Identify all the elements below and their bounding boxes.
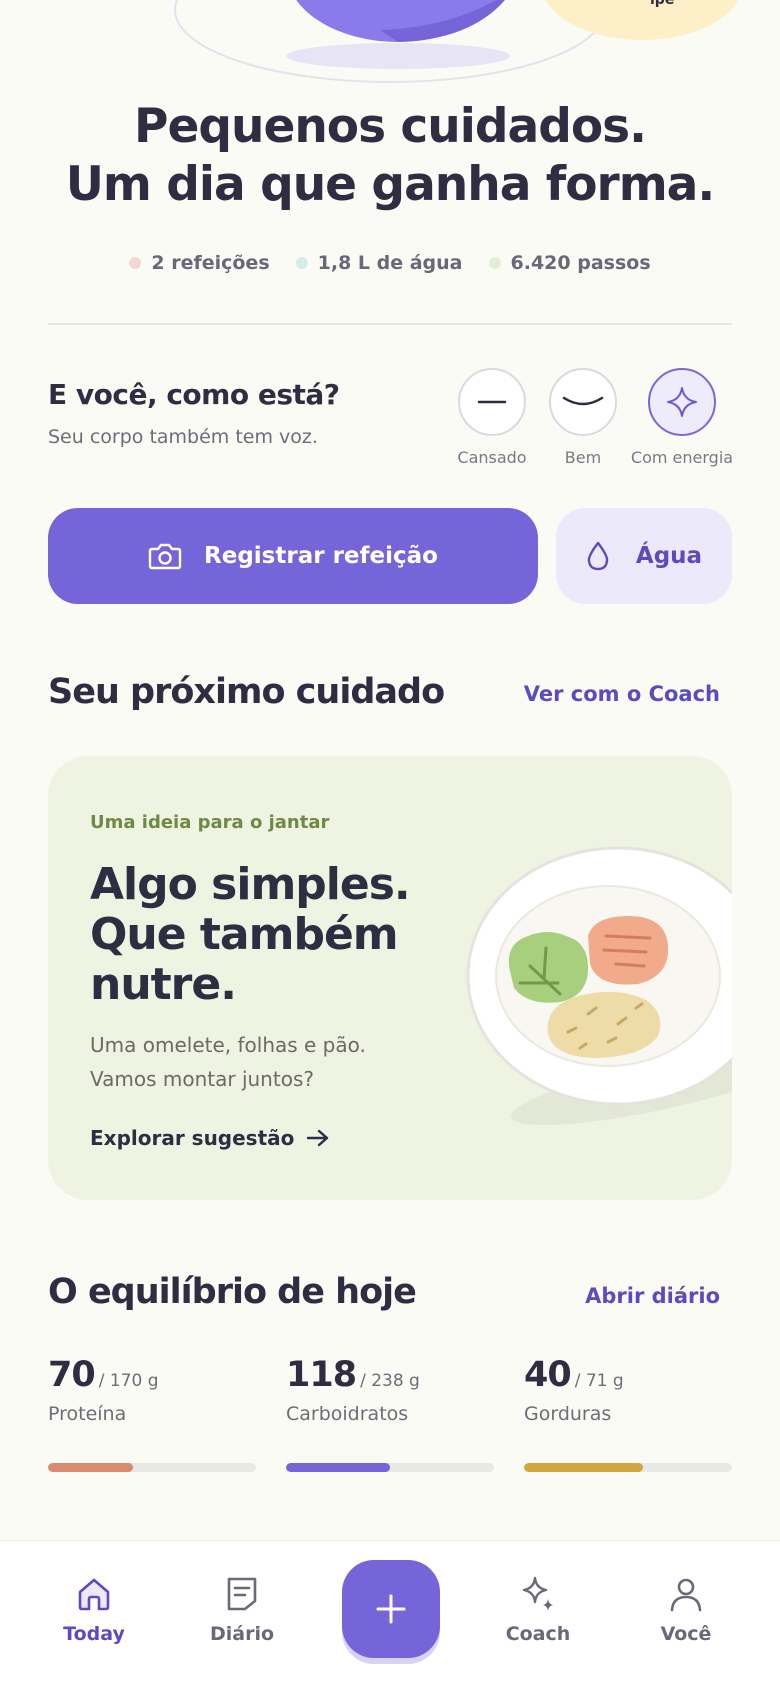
mood-title: E você, como está? [48,378,340,411]
stat-meals: 2 refeições [129,252,270,274]
nav-today[interactable]: Today [39,1575,149,1645]
stat-water: 1,8 L de água [295,252,463,274]
macro-fat: 40 / 71 g Gorduras [524,1355,732,1425]
journal-icon [227,1577,257,1611]
mood-button-cansado[interactable] [458,368,526,436]
macro-carbs: 118 / 238 g Carboidratos [286,1355,494,1425]
card-title-line-2: Que também [90,909,399,960]
sparkle-icon [667,387,697,417]
stat-meals-label: 2 refeições [151,252,270,274]
section-divider [48,323,732,325]
stat-steps-label: 6.420 passos [510,252,651,274]
headline-line-2: Um dia que ganha forma. [65,157,716,212]
register-meal-button[interactable]: Registrar refeição [48,508,538,604]
nav-coach[interactable]: Coach [483,1575,593,1645]
water-button[interactable]: Água [556,508,732,604]
macro-protein: 70 / 170 g Proteína [48,1355,256,1425]
smile-curve-icon [562,396,604,406]
card-title-line-1: Algo simples. [90,859,411,910]
water-label: Água [635,543,703,569]
nav-diary-label: Diário [209,1623,275,1645]
mood-subtitle: Seu corpo também tem voz. [48,426,318,448]
mood-option-bem[interactable]: Bem [528,368,638,467]
meals-dot-icon [129,257,142,269]
explore-suggestion-label: Explorar sugestão [90,1126,295,1150]
card-title: Algo simples. Que também nutre. [90,859,411,1010]
water-dot-icon [295,257,308,269]
protein-value: 70 [48,1355,96,1395]
protein-progress-bar [48,1463,256,1472]
mood-label-bem: Bem [564,448,602,467]
card-eyebrow: Uma ideia para o jantar [90,812,330,833]
hero-illustration: ipe [0,0,780,90]
card-body-line-1: Uma omelete, folhas e pão. [90,1033,366,1057]
user-icon [670,1578,702,1612]
carbs-goal: / 238 g [360,1371,420,1391]
fat-value: 40 [524,1355,572,1395]
add-button[interactable] [342,1560,440,1658]
dinner-suggestion-card[interactable]: Uma ideia para o jantar Algo simples. Qu… [48,756,732,1200]
protein-label: Proteína [48,1403,127,1425]
daily-stats: 2 refeições 1,8 L de água 6.420 passos [0,252,780,274]
water-drop-icon [587,541,609,571]
register-meal-label: Registrar refeição [204,543,438,569]
stat-water-label: 1,8 L de água [317,252,463,274]
protein-goal: / 170 g [98,1371,159,1391]
carbs-value: 118 [286,1355,357,1395]
nav-diary[interactable]: Diário [187,1575,297,1645]
home-icon [78,1578,110,1611]
plus-icon [376,1594,406,1624]
balance-title: O equilíbrio de hoje [48,1272,417,1312]
arrow-right-icon [307,1129,329,1147]
page-headline: Pequenos cuidados. Um dia que ganha form… [0,98,780,214]
sparkles-icon [522,1576,553,1611]
next-care-title: Seu próximo cuidado [48,672,445,712]
mood-label-com-energia: Com energia [630,448,734,467]
card-body: Uma omelete, folhas e pão. Vamos montar … [90,1028,366,1096]
nav-you[interactable]: Você [631,1575,741,1645]
headline-line-1: Pequenos cuidados. [134,99,647,154]
fat-progress-bar [524,1463,732,1472]
nav-coach-label: Coach [505,1623,571,1645]
plate-illustration [466,846,732,1126]
mood-option-com-energia[interactable]: Com energia [627,368,737,467]
carbs-progress-bar [286,1463,494,1472]
coach-link[interactable]: Ver com o Coach [524,682,720,706]
explore-suggestion-link[interactable]: Explorar sugestão [90,1126,330,1150]
fat-label: Gorduras [524,1403,612,1425]
flat-line-icon [477,400,507,404]
nav-today-label: Today [63,1623,125,1645]
steps-dot-icon [488,257,501,269]
nav-you-label: Você [660,1623,712,1645]
mood-label-cansado: Cansado [457,448,527,467]
protein-progress-fill [48,1463,134,1472]
mood-button-bem[interactable] [549,368,617,436]
mood-button-com-energia[interactable] [648,368,716,436]
carbs-progress-fill [286,1463,390,1472]
card-body-line-2: Vamos montar juntos? [90,1067,314,1091]
card-title-line-3: nutre. [90,959,237,1010]
svg-text:ipe: ipe [650,0,674,8]
open-diary-link[interactable]: Abrir diário [585,1284,720,1308]
carbs-label: Carboidratos [286,1403,409,1425]
stat-steps: 6.420 passos [488,252,651,274]
camera-icon [148,543,182,570]
fat-progress-fill [524,1463,643,1472]
fat-goal: / 71 g [574,1371,624,1391]
